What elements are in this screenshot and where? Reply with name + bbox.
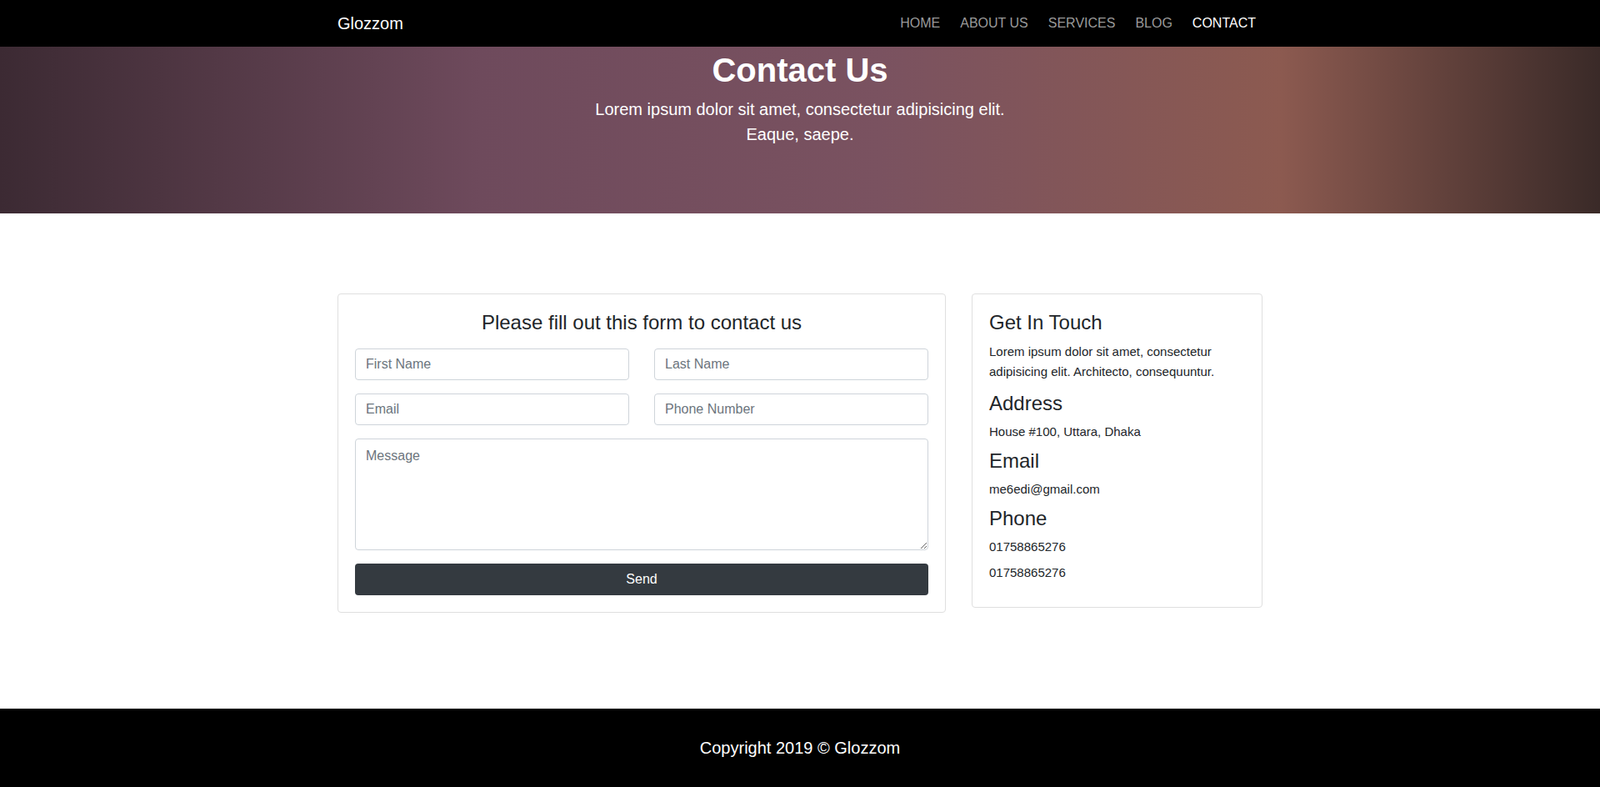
nav-link[interactable]: SERVICES [1041,13,1123,34]
form-card: Please fill out this form to contact us S… [337,293,946,613]
info-section: Address House #100, Uttara, Dhaka [989,391,1245,441]
info-value: House #100, Uttara, Dhaka [989,422,1245,442]
hero: Contact Us Lorem ipsum dolor sit amet, co… [0,46,1600,214]
info-heading: Address [989,391,1245,416]
info-section: Email me6edi@gmail.com [989,449,1245,499]
info-card: Get In Touch Lorem ipsum dolor sit amet, … [971,293,1263,608]
nav-link[interactable]: HOME [893,13,947,34]
hero-subtitle: Lorem ipsum dolor sit amet, consectetur … [575,96,1025,147]
info-section: Phone 01758865276 01758865276 [989,506,1245,582]
text-input[interactable] [355,348,630,380]
copyright: Copyright 2019 © Glozzom [700,735,900,760]
info-text: Lorem ipsum dolor sit amet, consectetur … [989,341,1245,382]
nav-link[interactable]: BLOG [1128,13,1179,34]
send-button[interactable]: Send [355,563,929,595]
message-input[interactable] [355,438,929,550]
page: Glozzom HOME ABOUT US SERVICESBLOG CONTACT Co… [0,0,1600,787]
info-heading: Email [989,449,1245,474]
info-value: me6edi@gmail.com [989,480,1245,500]
info-value: 01758865276 [989,563,1245,583]
contact-section: Please fill out this form to contact us S… [0,213,1600,709]
nav-links: HOME ABOUT US SERVICESBLOG CONTACT [893,13,1263,34]
text-input[interactable] [355,393,630,425]
info-heading: Phone [989,506,1245,531]
info-value: 01758865276 [989,537,1245,557]
text-input[interactable] [654,393,929,425]
form-row [355,393,929,425]
form-row [355,348,929,380]
footer: Copyright 2019 © Glozzom [0,708,1600,787]
hero-title: Contact Us [711,50,888,90]
navbar: Glozzom HOME ABOUT US SERVICESBLOG CONTACT [0,0,1600,47]
form-heading: Please fill out this form to contact us [355,310,929,335]
info-title: Get In Touch [989,310,1245,335]
nav-link[interactable]: CONTACT [1185,13,1263,34]
nav-link[interactable]: ABOUT US [953,13,1035,34]
brand[interactable]: Glozzom [337,10,404,36]
text-input[interactable] [654,348,929,380]
